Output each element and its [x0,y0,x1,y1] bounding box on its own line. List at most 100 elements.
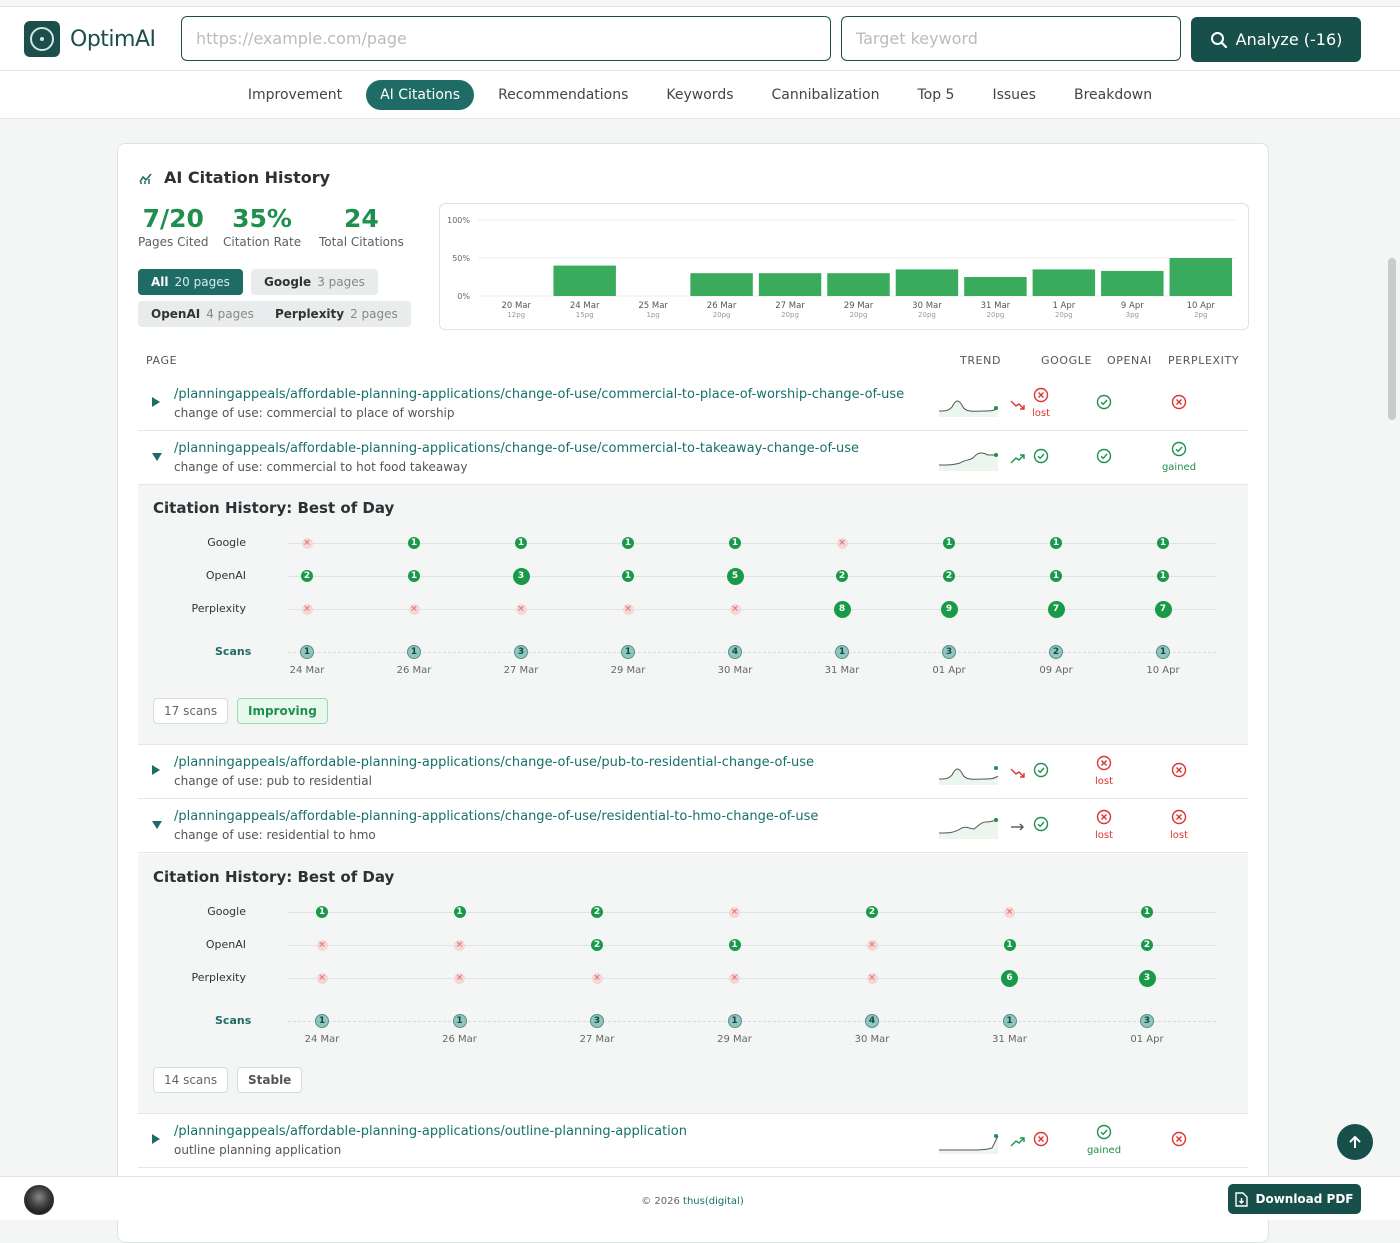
citation-rank-marker[interactable]: 1 [1157,570,1169,582]
scan-count-marker[interactable]: 1 [407,645,421,659]
citation-rank-marker[interactable]: 9 [940,600,958,618]
citation-rank-marker[interactable]: 1 [1050,537,1062,549]
bar[interactable] [827,273,890,296]
citation-rank-marker[interactable]: 2 [1141,939,1153,951]
filter-all[interactable]: All 20 pages [138,269,243,295]
citation-rank-marker[interactable]: 2 [866,906,878,918]
bar[interactable] [895,269,959,296]
citation-rank-marker[interactable]: 1 [515,537,527,549]
table-row[interactable]: /planningappeals/affordable-planning-app… [138,1114,1248,1168]
filter-perplexity[interactable]: Perplexity 2 pages [262,301,411,327]
download-pdf-button[interactable]: Download PDF [1228,1184,1361,1214]
tab-top-5[interactable]: Top 5 [903,80,968,110]
logo[interactable]: OptimAI [24,21,156,57]
citation-rank-marker[interactable]: 5 [726,567,744,585]
citation-rank-marker[interactable]: 7 [1047,600,1065,618]
filter-google[interactable]: Google 3 pages [251,269,378,295]
citation-rank-marker[interactable]: 3 [512,567,530,585]
scan-count-marker[interactable]: 4 [865,1014,879,1028]
caret-right-icon[interactable] [151,396,161,411]
citation-rank-marker[interactable]: 1 [1157,537,1169,549]
scan-count-marker[interactable]: 3 [942,645,956,659]
scan-count-marker[interactable]: 1 [621,645,635,659]
citation-rank-marker[interactable]: 1 [622,537,634,549]
page-url-link[interactable]: /planningappeals/affordable-planning-app… [174,1124,687,1139]
keyword-input[interactable] [841,16,1181,61]
citation-rank-marker[interactable]: 1 [622,570,634,582]
page-url-link[interactable]: /planningappeals/affordable-planning-app… [174,755,814,770]
scan-count-marker[interactable]: 1 [835,645,849,659]
scan-count-marker[interactable]: 3 [590,1014,604,1028]
not-cited-marker[interactable]: × [729,906,740,918]
not-cited-marker[interactable]: × [301,537,313,549]
citation-rank-marker[interactable]: 8 [833,600,851,618]
not-cited-marker[interactable]: × [866,972,878,984]
caret-down-icon[interactable] [151,819,163,833]
not-cited-marker[interactable]: × [515,603,527,615]
citation-rank-marker[interactable]: 1 [408,570,420,582]
caret-right-icon[interactable] [151,764,161,779]
not-cited-marker[interactable]: × [622,603,634,615]
bar[interactable] [1169,258,1232,296]
not-cited-marker[interactable]: × [454,939,465,951]
citation-rank-marker[interactable]: 6 [1001,969,1018,987]
not-cited-marker[interactable]: × [301,603,313,615]
scan-count-marker[interactable]: 1 [727,1014,742,1028]
citation-rank-marker[interactable]: 2 [301,570,313,582]
tab-keywords[interactable]: Keywords [652,80,747,110]
table-row[interactable]: /planningappeals/affordable-planning-app… [138,745,1248,799]
not-cited-marker[interactable]: × [316,939,328,951]
scan-count-marker[interactable]: 1 [1156,645,1170,659]
bar[interactable] [964,277,1027,296]
not-cited-marker[interactable]: × [316,972,328,984]
not-cited-marker[interactable]: × [591,972,603,984]
page-url-link[interactable]: /planningappeals/affordable-planning-app… [174,441,859,456]
not-cited-marker[interactable]: × [1004,906,1015,918]
scan-count-marker[interactable]: 1 [1002,1014,1017,1028]
citation-rank-marker[interactable]: 1 [729,537,741,549]
tab-recommendations[interactable]: Recommendations [484,80,642,110]
citation-rank-marker[interactable]: 2 [836,570,848,582]
bar[interactable] [758,273,822,296]
page-url-link[interactable]: /planningappeals/affordable-planning-app… [174,809,818,824]
table-row[interactable]: /planningappeals/affordable-planning-app… [138,431,1248,485]
not-cited-marker[interactable]: × [729,972,740,984]
table-row[interactable]: /planningappeals/affordable-planning-app… [138,799,1248,853]
tab-ai-citations[interactable]: AI Citations [366,79,475,110]
bar[interactable] [553,265,616,296]
scan-count-marker[interactable]: 1 [452,1014,467,1028]
citation-rank-marker[interactable]: 3 [1138,969,1156,987]
citation-rank-marker[interactable]: 1 [453,906,466,918]
page-url-link[interactable]: /planningappeals/affordable-planning-app… [174,387,904,402]
analyze-button[interactable]: Analyze (-16) [1191,17,1361,62]
brand-link[interactable]: thus(digital) [683,1196,744,1207]
tab-improvement[interactable]: Improvement [234,80,356,110]
scan-count-marker[interactable]: 1 [315,1014,329,1028]
citation-rank-marker[interactable]: 7 [1154,600,1172,618]
not-cited-marker[interactable]: × [836,537,848,549]
tab-issues[interactable]: Issues [978,80,1050,110]
filter-openai[interactable]: OpenAI 4 pages [138,301,267,327]
caret-right-icon[interactable] [151,1133,161,1148]
citation-rank-marker[interactable]: 1 [1003,939,1016,951]
scan-count-marker[interactable]: 3 [514,645,528,659]
scrollbar[interactable] [1388,258,1396,420]
not-cited-marker[interactable]: × [454,972,465,984]
tab-cannibalization[interactable]: Cannibalization [758,80,894,110]
citation-rank-marker[interactable]: 2 [943,570,955,582]
citation-rank-marker[interactable]: 1 [943,537,955,549]
citation-rank-marker[interactable]: 1 [316,906,328,918]
citation-rank-marker[interactable]: 2 [591,906,603,918]
bar[interactable] [1032,269,1096,296]
url-input[interactable] [181,16,831,61]
caret-down-icon[interactable] [151,451,163,465]
not-cited-marker[interactable]: × [729,603,741,615]
scan-count-marker[interactable]: 1 [300,645,314,659]
scan-count-marker[interactable]: 3 [1140,1014,1154,1028]
bar[interactable] [690,273,753,296]
table-row[interactable]: /planningappeals/affordable-planning-app… [138,377,1248,431]
tab-breakdown[interactable]: Breakdown [1060,80,1166,110]
not-cited-marker[interactable]: × [866,939,878,951]
bar[interactable] [1101,270,1164,296]
citation-rank-marker[interactable]: 1 [728,939,741,951]
